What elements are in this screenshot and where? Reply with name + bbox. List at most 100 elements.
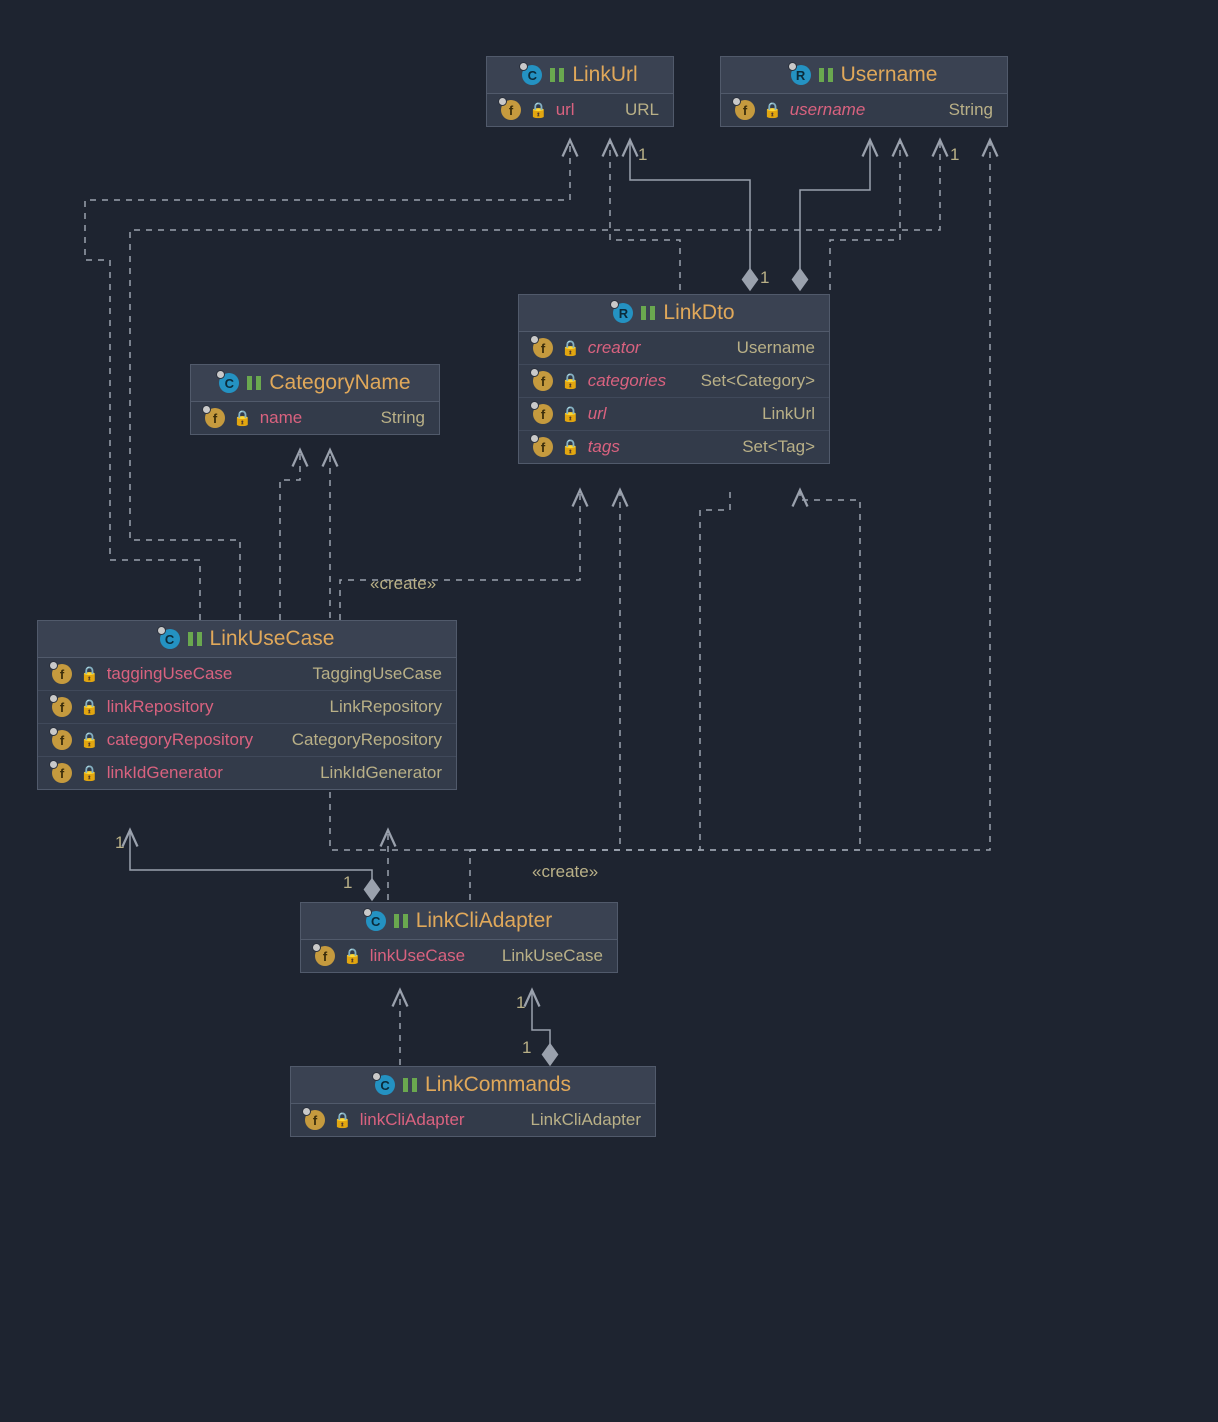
field-icon: f [533,338,553,358]
class-kind-icon: C [160,629,180,649]
class-title: C LinkCommands [291,1067,655,1104]
lock-icon: 🔒 [343,947,362,965]
field-type: CategoryRepository [292,730,442,750]
class-username[interactable]: R Username f 🔒 username String [720,56,1008,127]
field-row: f 🔒 linkUseCase LinkUseCase [301,940,617,972]
access-icon [188,632,202,646]
access-icon [641,306,655,320]
field-type: String [381,408,425,428]
field-icon: f [52,730,72,750]
field-row: f 🔒 taggingUseCase TaggingUseCase [38,658,456,690]
field-type: LinkUrl [762,404,815,424]
field-row: f 🔒 categoryRepository CategoryRepositor… [38,723,456,756]
class-title: R Username [721,57,1007,94]
stereotype-create-1: «create» [370,574,436,594]
field-name: taggingUseCase [107,664,233,684]
lock-icon: 🔒 [561,438,580,456]
field-icon: f [305,1110,325,1130]
class-kind-icon: R [791,65,811,85]
access-icon [550,68,564,82]
class-linkusecase[interactable]: C LinkUseCase f 🔒 taggingUseCase Tagging… [37,620,457,790]
field-type: LinkIdGenerator [320,763,442,783]
class-linkdto[interactable]: R LinkDto f 🔒 creator Username f 🔒 categ… [518,294,830,464]
field-icon: f [52,763,72,783]
access-icon [394,914,408,928]
field-name: categories [588,371,666,391]
field-name: tags [588,437,620,457]
field-icon: f [52,697,72,717]
mult-linkcliadapter-top: 1 [343,873,352,893]
field-row: f 🔒 creator Username [519,332,829,364]
class-name: LinkUrl [572,63,637,87]
class-title: C LinkUrl [487,57,673,94]
field-row: f 🔒 linkCliAdapter LinkCliAdapter [291,1104,655,1136]
field-type: LinkUseCase [502,946,603,966]
class-name: Username [841,63,938,87]
field-icon: f [533,371,553,391]
access-icon [247,376,261,390]
class-title: C LinkCliAdapter [301,903,617,940]
lock-icon: 🔒 [80,698,99,716]
mult-linkurl: 1 [638,145,647,165]
field-row: f 🔒 tags Set<Tag> [519,430,829,463]
field-name: creator [588,338,641,358]
mult-linkdto: 1 [760,268,769,288]
field-type: TaggingUseCase [313,664,442,684]
field-type: URL [625,100,659,120]
field-icon: f [533,404,553,424]
class-linkurl[interactable]: C LinkUrl f 🔒 url URL [486,56,674,127]
field-row: f 🔒 name String [191,402,439,434]
field-type: Set<Category> [701,371,815,391]
field-icon: f [52,664,72,684]
field-name: url [588,404,607,424]
lock-icon: 🔒 [233,409,252,427]
field-name: categoryRepository [107,730,253,750]
class-categoryname[interactable]: C CategoryName f 🔒 name String [190,364,440,435]
class-linkcommands[interactable]: C LinkCommands f 🔒 linkCliAdapter LinkCl… [290,1066,656,1137]
access-icon [819,68,833,82]
class-name: CategoryName [269,371,410,395]
field-name: name [260,408,303,428]
class-name: LinkCliAdapter [416,909,553,933]
access-icon [403,1078,417,1092]
lock-icon: 🔒 [80,731,99,749]
field-row: f 🔒 username String [721,94,1007,126]
class-title: C LinkUseCase [38,621,456,658]
field-icon: f [501,100,521,120]
field-name: url [556,100,575,120]
field-row: f 🔒 linkIdGenerator LinkIdGenerator [38,756,456,789]
class-title: C CategoryName [191,365,439,402]
class-name: LinkUseCase [210,627,335,651]
field-type: LinkRepository [330,697,442,717]
class-kind-icon: C [219,373,239,393]
field-row: f 🔒 categories Set<Category> [519,364,829,397]
class-name: LinkCommands [425,1073,571,1097]
class-title: R LinkDto [519,295,829,332]
field-row: f 🔒 url LinkUrl [519,397,829,430]
field-type: String [949,100,993,120]
field-name: linkCliAdapter [360,1110,465,1130]
lock-icon: 🔒 [80,665,99,683]
field-name: linkRepository [107,697,214,717]
field-type: LinkCliAdapter [530,1110,641,1130]
lock-icon: 🔒 [80,764,99,782]
field-row: f 🔒 url URL [487,94,673,126]
mult-linkusecase: 1 [115,833,124,853]
field-type: Username [737,338,815,358]
lock-icon: 🔒 [333,1111,352,1129]
lock-icon: 🔒 [763,101,782,119]
field-name: linkUseCase [370,946,465,966]
lock-icon: 🔒 [561,372,580,390]
field-icon: f [735,100,755,120]
field-type: Set<Tag> [742,437,815,457]
class-kind-icon: C [375,1075,395,1095]
field-icon: f [315,946,335,966]
class-linkcliadapter[interactable]: C LinkCliAdapter f 🔒 linkUseCase LinkUse… [300,902,618,973]
mult-linkcliadapter-bot: 1 [516,993,525,1013]
field-name: username [790,100,866,120]
field-icon: f [533,437,553,457]
lock-icon: 🔒 [561,405,580,423]
field-row: f 🔒 linkRepository LinkRepository [38,690,456,723]
class-kind-icon: R [613,303,633,323]
field-icon: f [205,408,225,428]
